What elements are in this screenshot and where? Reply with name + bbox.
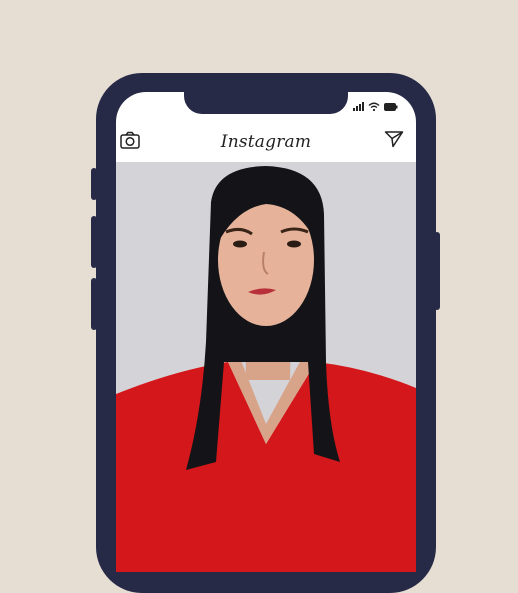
wifi-icon — [368, 102, 380, 111]
post-photo[interactable] — [116, 162, 416, 572]
phone-screen: Instagram — [116, 92, 416, 572]
send-icon[interactable] — [384, 130, 404, 148]
instagram-logo: Instagram — [220, 132, 312, 152]
battery-icon — [384, 103, 398, 111]
phone-notch — [184, 92, 348, 114]
instagram-header: Instagram — [116, 122, 416, 162]
status-bar — [353, 102, 398, 111]
signal-icon — [353, 102, 364, 111]
